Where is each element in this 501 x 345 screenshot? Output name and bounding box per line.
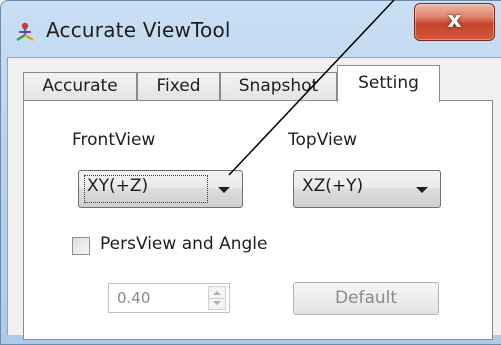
close-icon: x (447, 8, 462, 33)
chevron-down-icon (218, 187, 230, 193)
front-view-dropdown[interactable]: XY(+Z) (78, 170, 243, 208)
top-view-dropdown[interactable]: XZ(+Y) (293, 170, 441, 208)
app-icon (16, 22, 34, 42)
tab-snapshot[interactable]: Snapshot (220, 72, 337, 100)
pers-view-checkbox[interactable] (72, 237, 90, 255)
front-view-label: FrontView (72, 130, 156, 150)
close-button[interactable]: x (414, 3, 495, 41)
chevron-down-icon (416, 187, 428, 193)
angle-value: 0.40 (117, 289, 151, 307)
top-view-value: XZ(+Y) (302, 176, 364, 196)
window-title: Accurate ViewTool (46, 18, 231, 42)
default-button[interactable]: Default (293, 282, 439, 315)
spin-up-icon[interactable] (213, 291, 221, 295)
top-view-label: TopView (288, 130, 358, 150)
spin-down-icon[interactable] (213, 301, 221, 305)
spin-divider (209, 298, 225, 299)
pers-view-label[interactable]: PersView and Angle (100, 234, 267, 254)
tab-accurate[interactable]: Accurate (23, 72, 137, 100)
tab-fixed[interactable]: Fixed (137, 72, 220, 100)
tab-setting[interactable]: Setting (337, 65, 440, 102)
angle-spinner[interactable]: 0.40 (108, 283, 230, 313)
spin-buttons[interactable] (208, 286, 226, 310)
front-view-value: XY(+Z) (87, 176, 149, 196)
